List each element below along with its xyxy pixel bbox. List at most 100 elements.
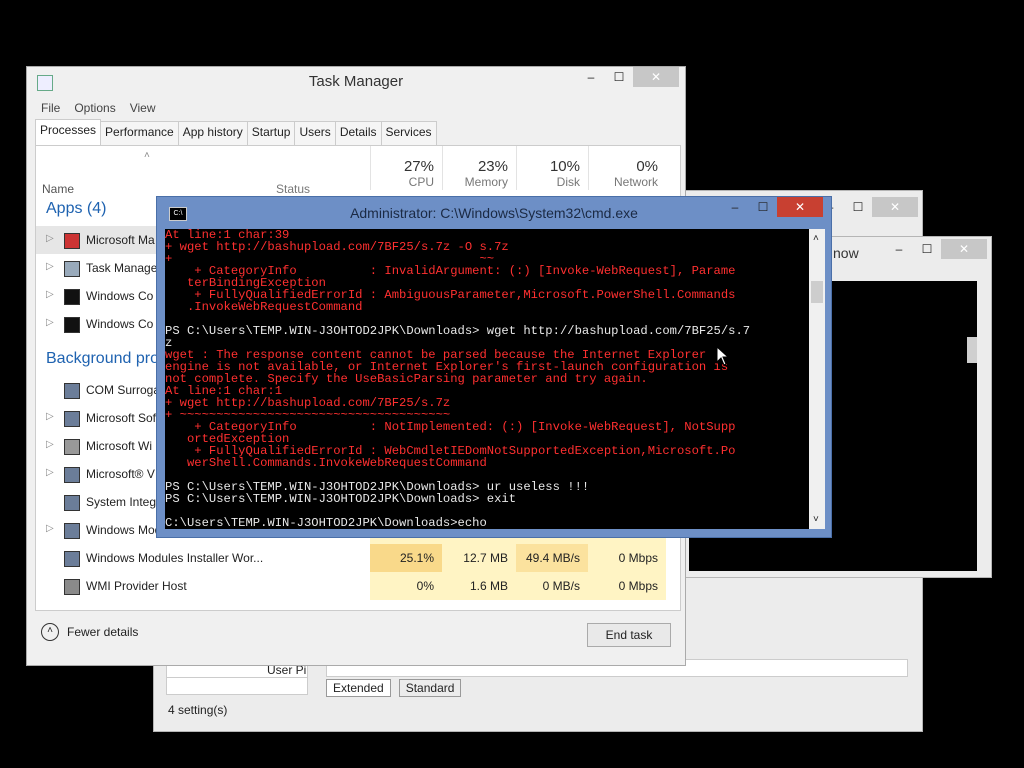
tab-services[interactable]: Services bbox=[380, 121, 437, 147]
console-line: werShell.Commands.InvokeWebRequestComman… bbox=[165, 456, 487, 470]
process-name: Microsoft Ma bbox=[86, 233, 155, 247]
network-value: 0 Mbps bbox=[588, 572, 666, 600]
cpu-value: 0% bbox=[370, 572, 442, 600]
expand-icon[interactable]: ▷ bbox=[46, 439, 54, 450]
expand-icon[interactable]: ▷ bbox=[46, 317, 54, 328]
close-icon[interactable]: ✕ bbox=[777, 197, 823, 217]
process-name: Windows Modules Installer Wor... bbox=[86, 551, 264, 565]
left-hscroll[interactable] bbox=[166, 677, 308, 695]
maximize-icon[interactable]: ☐ bbox=[844, 197, 872, 217]
app-icon bbox=[64, 467, 80, 483]
tab-app-history[interactable]: App history bbox=[177, 121, 248, 147]
maximize-icon[interactable]: ☐ bbox=[749, 197, 777, 217]
app-icon bbox=[64, 233, 80, 249]
column-disk[interactable]: 10% Disk bbox=[516, 146, 588, 190]
process-name: Microsoft Wi bbox=[86, 439, 152, 453]
app-icon bbox=[64, 495, 80, 511]
user-icon bbox=[64, 439, 80, 455]
app-icon bbox=[64, 411, 80, 427]
chevron-up-icon: ˄ bbox=[41, 623, 59, 641]
tab-performance[interactable]: Performance bbox=[100, 121, 179, 147]
expand-icon[interactable]: ▷ bbox=[46, 523, 54, 534]
console-scrollbar[interactable]: ˄ ˅ bbox=[809, 229, 825, 529]
group-background: Background pro bbox=[46, 350, 159, 367]
network-total: 0% bbox=[636, 158, 658, 175]
process-name: System Integ bbox=[86, 495, 157, 509]
cmd-icon bbox=[64, 289, 80, 305]
process-name: Microsoft® V bbox=[86, 467, 155, 481]
app-icon bbox=[64, 551, 80, 567]
scroll-down-icon[interactable]: ˅ bbox=[813, 514, 819, 525]
network-label: Network bbox=[613, 175, 658, 189]
memory-total: 23% bbox=[477, 158, 508, 175]
cmd-icon bbox=[64, 317, 80, 333]
column-memory[interactable]: 23% Memory bbox=[442, 146, 516, 190]
group-apps: Apps (4) bbox=[46, 200, 107, 217]
app-icon bbox=[64, 383, 80, 399]
mouse-cursor-icon bbox=[716, 346, 730, 366]
cpu-total: 27% bbox=[403, 158, 434, 175]
console-line: .InvokeWebRequestCommand bbox=[165, 300, 363, 314]
maximize-icon[interactable]: ☐ bbox=[605, 67, 633, 87]
close-icon[interactable]: ✕ bbox=[633, 67, 679, 87]
network-value: 0 Mbps bbox=[588, 544, 666, 572]
memory-value: 1.6 MB bbox=[442, 572, 516, 600]
window-controls: ‒ ☐ ✕ bbox=[885, 239, 987, 259]
disk-total: 10% bbox=[549, 158, 580, 175]
menu-options[interactable]: Options bbox=[74, 101, 115, 115]
tab-processes[interactable]: Processes bbox=[35, 119, 102, 145]
console-line: PS C:\Users\TEMP.WIN-J3OHTOD2JPK\Downloa… bbox=[165, 324, 751, 338]
table-row[interactable]: Windows Modules Installer Wor... 25.1% 1… bbox=[36, 544, 672, 572]
disk-value: 49.4 MB/s bbox=[516, 544, 588, 572]
process-name: Task Manage bbox=[86, 261, 158, 275]
expand-icon[interactable]: ▷ bbox=[46, 411, 54, 422]
fewer-details-label: Fewer details bbox=[67, 625, 139, 639]
close-icon[interactable]: ✕ bbox=[941, 239, 987, 259]
console-line: PS C:\Users\TEMP.WIN-J3OHTOD2JPK\Downloa… bbox=[165, 492, 517, 506]
sort-up-icon[interactable]: ˄ bbox=[144, 150, 150, 161]
expand-icon[interactable]: ▷ bbox=[46, 261, 54, 272]
app-icon bbox=[64, 579, 80, 595]
cmd-window[interactable]: C:\ Administrator: C:\Windows\System32\c… bbox=[156, 196, 832, 538]
column-network[interactable]: 0% Network bbox=[588, 146, 666, 190]
tab-bar: Processes Performance App history Startu… bbox=[35, 119, 437, 147]
window-title: now bbox=[833, 245, 859, 261]
scrollbar-thumb[interactable] bbox=[811, 281, 823, 303]
process-name: Windows Co bbox=[86, 317, 154, 331]
tab-startup[interactable]: Startup bbox=[246, 121, 296, 147]
view-tabs: Extended Standard bbox=[326, 679, 462, 697]
console-output[interactable]: At line:1 char:39 + wget http://bashuploa… bbox=[165, 229, 809, 529]
status-text: 4 setting(s) bbox=[168, 703, 228, 717]
expand-icon[interactable]: ▷ bbox=[46, 289, 54, 300]
fewer-details-button[interactable]: ˄ Fewer details bbox=[41, 623, 138, 641]
end-task-button[interactable]: End task bbox=[587, 623, 671, 647]
process-name: COM Surroga bbox=[86, 383, 161, 397]
menu-view[interactable]: View bbox=[130, 101, 156, 115]
disk-value: 0 MB/s bbox=[516, 572, 588, 600]
scroll-up-icon[interactable]: ˄ bbox=[813, 233, 819, 244]
menu-file[interactable]: File bbox=[41, 101, 60, 115]
expand-icon[interactable]: ▷ bbox=[46, 233, 54, 244]
column-status[interactable]: Status bbox=[276, 182, 310, 196]
memory-value: 12.7 MB bbox=[442, 544, 516, 572]
maximize-icon[interactable]: ☐ bbox=[913, 239, 941, 259]
table-row[interactable]: WMI Provider Host 0% 1.6 MB 0 MB/s 0 Mbp… bbox=[36, 572, 672, 600]
close-icon[interactable]: ✕ bbox=[872, 197, 918, 217]
app-icon bbox=[64, 523, 80, 539]
expand-icon[interactable]: ▷ bbox=[46, 467, 54, 478]
column-cpu[interactable]: 27% CPU bbox=[370, 146, 442, 190]
minimize-icon[interactable]: ‒ bbox=[577, 67, 605, 87]
tab-standard[interactable]: Standard bbox=[398, 679, 462, 697]
column-name[interactable]: Name bbox=[42, 182, 74, 196]
tab-extended[interactable]: Extended bbox=[326, 679, 391, 697]
minimize-icon[interactable]: ‒ bbox=[885, 239, 913, 259]
menu-bar: File Options View bbox=[41, 101, 156, 115]
console-line: C:\Users\TEMP.WIN-J3OHTOD2JPK\Downloads>… bbox=[165, 516, 487, 529]
app-icon bbox=[64, 261, 80, 277]
window-controls: ‒ ☐ ✕ bbox=[577, 67, 679, 87]
tab-details[interactable]: Details bbox=[334, 121, 382, 147]
window-controls: ‒ ☐ ✕ bbox=[721, 197, 823, 217]
scrollbar-thumb[interactable] bbox=[967, 337, 977, 363]
minimize-icon[interactable]: ‒ bbox=[721, 197, 749, 217]
tab-users[interactable]: Users bbox=[294, 121, 336, 147]
